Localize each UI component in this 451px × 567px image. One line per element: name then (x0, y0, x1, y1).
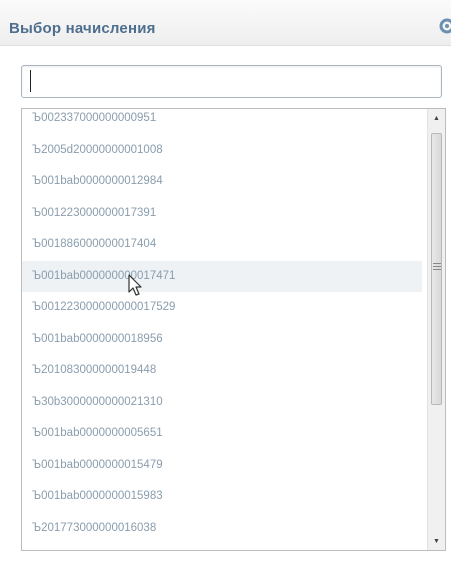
list-item[interactable]: Ъ001bab000000000017471 (22, 260, 422, 292)
list-item[interactable]: Ъ001223000000000017529 (22, 292, 422, 324)
grip-icon (433, 263, 441, 270)
list-item[interactable]: Ъ001bab0000000015479 (22, 450, 422, 482)
vertical-scrollbar[interactable]: ▲ ▼ (427, 109, 445, 550)
gear-icon[interactable] (439, 18, 451, 34)
accrual-list[interactable]: Ъ002337000000000951 Ъ2005d20000000001008 Ъ… (21, 108, 446, 551)
list-item[interactable]: Ъ001886000000017404 (22, 229, 422, 261)
mouse-cursor-icon (128, 274, 142, 296)
list-item[interactable]: Ъ001bab0000000018956 (22, 324, 422, 356)
search-input[interactable] (21, 65, 442, 98)
list-item[interactable]: Ъ001223000000017391 (22, 198, 422, 230)
text-caret (30, 70, 31, 92)
list-items: Ъ002337000000000951 Ъ2005d20000000001008 Ъ… (22, 109, 422, 545)
dialog-title: Выбор начисления (9, 20, 156, 37)
list-item[interactable]: Ъ201083000000019448 (22, 355, 422, 387)
arrow-up-icon[interactable]: ▲ (428, 109, 445, 127)
dialog-header: Выбор начисления (0, 0, 451, 46)
list-item[interactable]: Ъ002337000000000951 (22, 109, 422, 135)
list-item[interactable]: Ъ30b3000000000021310 (22, 387, 422, 419)
arrow-down-icon[interactable]: ▼ (428, 532, 445, 550)
list-item[interactable]: Ъ001bab0000000005651 (22, 418, 422, 450)
list-item[interactable]: Ъ201773000000016038 (22, 513, 422, 545)
list-item[interactable]: Ъ001bab0000000015983 (22, 481, 422, 513)
list-item[interactable]: Ъ001bab0000000012984 (22, 166, 422, 198)
list-item[interactable]: Ъ2005d20000000001008 (22, 135, 422, 167)
